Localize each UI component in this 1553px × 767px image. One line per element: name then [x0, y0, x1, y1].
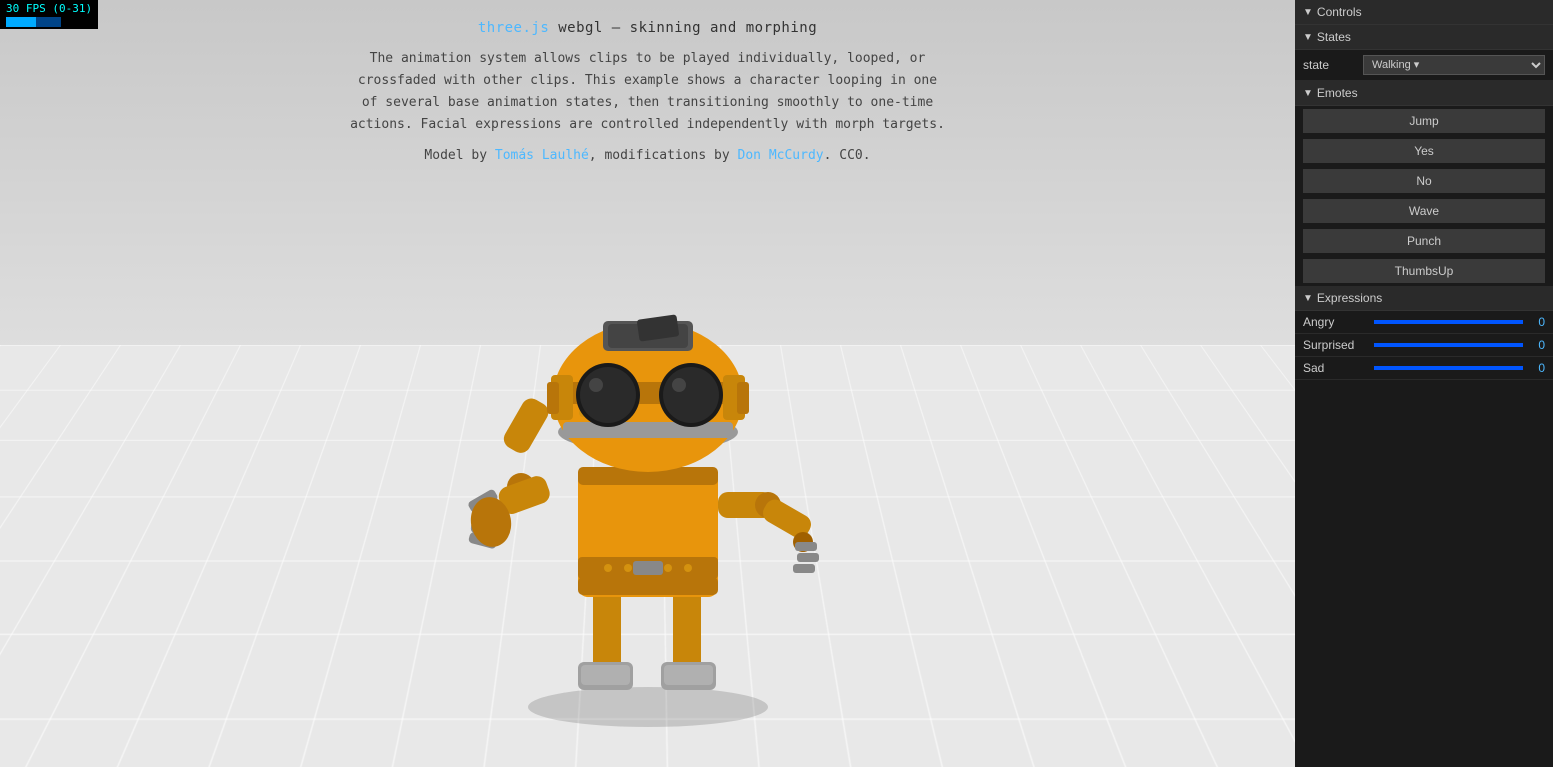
expressions-title: Expressions	[1317, 291, 1382, 305]
emote-jump-button[interactable]: Jump	[1303, 109, 1545, 133]
state-select[interactable]: Walking ▾ Idle Running Dance Death Sitti…	[1363, 55, 1545, 75]
fps-counter: 30 FPS (0-31)	[0, 0, 98, 29]
fps-label: 30 FPS (0-31)	[6, 2, 92, 15]
desc-line3: of several base animation states, then t…	[362, 95, 933, 110]
emote-yes-button[interactable]: Yes	[1303, 139, 1545, 163]
emote-thumbsup-button[interactable]: ThumbsUp	[1303, 259, 1545, 283]
credits-suffix: . CC0.	[824, 148, 871, 163]
expressions-header[interactable]: ▼ Expressions	[1295, 286, 1553, 311]
states-header[interactable]: ▼ States	[1295, 25, 1553, 50]
surprised-value: 0	[1529, 338, 1545, 352]
emotes-chevron: ▼	[1303, 88, 1313, 99]
expressions-chevron: ▼	[1303, 293, 1313, 304]
title-suffix: webgl – skinning and morphing	[549, 20, 817, 36]
description: The animation system allows clips to be …	[348, 48, 948, 136]
state-label: state	[1303, 58, 1363, 72]
author2-link[interactable]: Don McCurdy	[738, 148, 824, 163]
threejs-link[interactable]: three.js	[478, 20, 549, 36]
desc-line4: actions. Facial expressions are controll…	[350, 117, 945, 132]
controls-chevron: ▼	[1303, 7, 1313, 18]
sad-value: 0	[1529, 361, 1545, 375]
credits-middle: , modifications by	[589, 148, 738, 163]
robot-container	[373, 227, 923, 727]
states-title: States	[1317, 30, 1351, 44]
emote-punch-button[interactable]: Punch	[1303, 229, 1545, 253]
title-area: three.js webgl – skinning and morphing T…	[348, 20, 948, 163]
states-chevron: ▼	[1303, 32, 1313, 43]
right-panel: ▼ Controls ▼ States state Walking ▾ Idle…	[1295, 0, 1553, 767]
desc-line2: crossfaded with other clips. This exampl…	[358, 73, 937, 88]
expression-sad-row: Sad 0	[1295, 357, 1553, 380]
surprised-slider[interactable]	[1374, 343, 1523, 347]
emote-wave-button[interactable]: Wave	[1303, 199, 1545, 223]
desc-line1: The animation system allows clips to be …	[370, 51, 926, 66]
emotes-title: Emotes	[1317, 86, 1358, 100]
angry-value: 0	[1529, 315, 1545, 329]
fps-bar-inner	[6, 17, 36, 27]
sad-slider[interactable]	[1374, 366, 1523, 370]
credits-prefix: Model by	[424, 148, 494, 163]
robot-svg	[373, 227, 923, 727]
emotes-header[interactable]: ▼ Emotes	[1295, 81, 1553, 106]
state-row: state Walking ▾ Idle Running Dance Death…	[1295, 50, 1553, 81]
sad-label: Sad	[1303, 361, 1368, 375]
angry-slider[interactable]	[1374, 320, 1523, 324]
robot-shadow	[528, 687, 768, 727]
fps-bar	[6, 17, 61, 27]
canvas-area: 30 FPS (0-31) three.js webgl – skinning …	[0, 0, 1295, 767]
surprised-label: Surprised	[1303, 338, 1368, 352]
expression-angry-row: Angry 0	[1295, 311, 1553, 334]
author1-link[interactable]: Tomás Laulhé	[495, 148, 589, 163]
expression-surprised-row: Surprised 0	[1295, 334, 1553, 357]
emote-no-button[interactable]: No	[1303, 169, 1545, 193]
controls-header[interactable]: ▼ Controls	[1295, 0, 1553, 25]
main-title: three.js webgl – skinning and morphing	[348, 20, 948, 36]
controls-title: Controls	[1317, 5, 1362, 19]
credits: Model by Tomás Laulhé, modifications by …	[348, 148, 948, 163]
angry-label: Angry	[1303, 315, 1368, 329]
